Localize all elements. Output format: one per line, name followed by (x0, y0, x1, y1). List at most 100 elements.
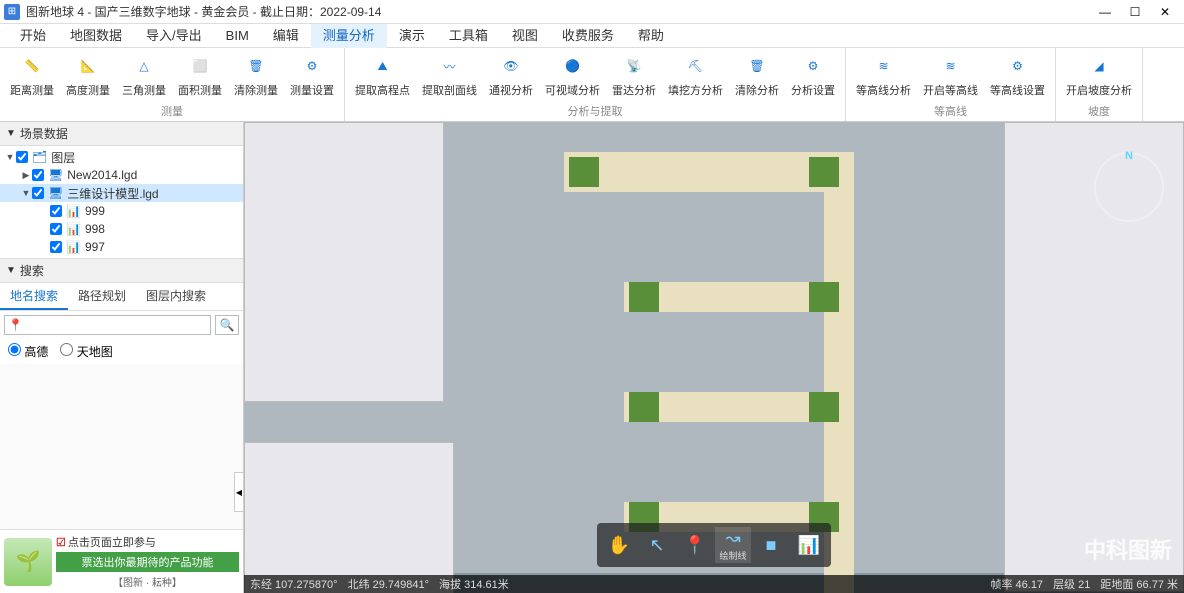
ribbon-item[interactable]: ⛏填挖方分析 (662, 50, 729, 101)
expand-icon[interactable]: ▶ (20, 170, 32, 181)
menu-5[interactable]: 测量分析 (311, 24, 387, 48)
maximize-button[interactable]: ☐ (1120, 2, 1150, 22)
ribbon-item[interactable]: ⚙分析设置 (785, 50, 841, 101)
ribbon-icon: 🔵 (557, 50, 589, 82)
menu-8[interactable]: 视图 (500, 24, 550, 48)
search-button[interactable]: 🔍 (215, 315, 239, 335)
ribbon-item[interactable]: 🔵可视域分析 (539, 50, 606, 101)
tree-row[interactable]: ▼🗂图层 (0, 148, 243, 166)
measure-tool[interactable]: 📊 (791, 527, 827, 563)
ribbon-toolbar: 📏距离测量📐高度测量△三角测量⬜面积测量🗑清除测量⚙测量设置测量⛰提取高程点〰提… (0, 48, 1184, 122)
menu-6[interactable]: 演示 (387, 24, 437, 48)
status-fps: 帧率 46.17 (990, 576, 1043, 592)
ribbon-item[interactable]: 〰提取剖面线 (416, 50, 483, 101)
search-tabs: 地名搜索路径规划图层内搜索 (0, 283, 243, 311)
ribbon-icon: ≋ (935, 50, 967, 82)
menu-10[interactable]: 帮助 (626, 24, 676, 48)
status-level: 层级 21 (1053, 576, 1090, 592)
app-logo-icon: ⊞ (4, 4, 20, 20)
ribbon-item[interactable]: ⚙测量设置 (284, 50, 340, 101)
draw-line-tool[interactable]: ↝绘制线 (715, 527, 751, 563)
menu-4[interactable]: 编辑 (261, 24, 311, 48)
layer-checkbox[interactable] (32, 187, 44, 199)
ribbon-group: ⛰提取高程点〰提取剖面线👁通视分析🔵可视域分析📡雷达分析⛏填挖方分析🗑清除分析⚙… (345, 48, 846, 121)
title-bar: ⊞ 图新地球 4 - 国产三维数字地球 - 黄金会员 - 截止日期：2022-0… (0, 0, 1184, 24)
ribbon-icon: ⚙ (797, 50, 829, 82)
layer-checkbox[interactable] (50, 223, 62, 235)
layer-checkbox[interactable] (16, 151, 28, 163)
ribbon-icon: ≋ (868, 50, 900, 82)
ribbon-icon: ⚙ (1002, 50, 1034, 82)
ribbon-icon: 🗑 (741, 50, 773, 82)
close-button[interactable]: ✕ (1150, 2, 1180, 22)
ribbon-item[interactable]: 🗑清除测量 (228, 50, 284, 101)
promo-banner[interactable]: 🌱 ☑点击页面立即参与 票选出你最期待的产品功能 【图新 · 耘种】 (0, 529, 243, 593)
side-panel: ▼场景数据 ▼🗂图层▶🖥New2014.lgd▼🖥三维设计模型.lgd📊999📊… (0, 122, 244, 593)
ribbon-icon: △ (128, 50, 160, 82)
tree-row[interactable]: 📊997 (0, 238, 243, 256)
ribbon-icon: 〰 (434, 50, 466, 82)
tree-row[interactable]: ▼🖥三维设计模型.lgd (0, 184, 243, 202)
3d-viewport[interactable]: ✋ ↖ 📍 ↝绘制线 ■ 📊 中科图新 东经 107.275870° 北纬 29… (244, 122, 1184, 593)
menu-9[interactable]: 收费服务 (550, 24, 626, 48)
ribbon-item[interactable]: 👁通视分析 (483, 50, 539, 101)
search-panel-header[interactable]: ▼搜索 (0, 259, 243, 283)
promo-image-icon: 🌱 (4, 538, 52, 586)
scene-panel-header[interactable]: ▼场景数据 (0, 122, 243, 146)
ribbon-icon: 📐 (72, 50, 104, 82)
ribbon-item[interactable]: ≋开启等高线 (917, 50, 984, 101)
ribbon-item[interactable]: ⬜面积测量 (172, 50, 228, 101)
ribbon-item[interactable]: 🗑清除分析 (729, 50, 785, 101)
layer-checkbox[interactable] (32, 169, 44, 181)
tree-row[interactable]: ▶🖥New2014.lgd (0, 166, 243, 184)
ribbon-item[interactable]: △三角测量 (116, 50, 172, 101)
compass-icon[interactable] (1094, 152, 1164, 222)
layer-checkbox[interactable] (50, 241, 62, 253)
tree-row[interactable]: 📊999 (0, 202, 243, 220)
search-tab[interactable]: 地名搜索 (0, 283, 68, 310)
select-tool[interactable]: ↖ (639, 527, 675, 563)
ribbon-icon: ⚙ (296, 50, 328, 82)
menu-1[interactable]: 地图数据 (58, 24, 134, 48)
ribbon-item[interactable]: 📏距离测量 (4, 50, 60, 101)
status-lon: 东经 107.275870° (250, 576, 338, 592)
ribbon-icon: 📏 (16, 50, 48, 82)
watermark: 中科图新 (1084, 533, 1172, 565)
ribbon-item[interactable]: ◢开启坡度分析 (1060, 50, 1138, 101)
pin-icon: 📍 (8, 318, 23, 332)
pan-tool[interactable]: ✋ (601, 527, 637, 563)
tree-row[interactable]: 📊998 (0, 220, 243, 238)
minimize-button[interactable]: — (1090, 2, 1120, 22)
ribbon-item[interactable]: ≋等高线分析 (850, 50, 917, 101)
ribbon-group: ≋等高线分析≋开启等高线⚙等高线设置等高线 (846, 48, 1056, 121)
ribbon-item[interactable]: 📡雷达分析 (606, 50, 662, 101)
ribbon-icon: ⛏ (680, 50, 712, 82)
menu-3[interactable]: BIM (214, 24, 261, 48)
expand-icon[interactable]: ▼ (20, 188, 32, 198)
collapse-handle[interactable]: ◀ (234, 472, 244, 512)
ribbon-item[interactable]: 📐高度测量 (60, 50, 116, 101)
provider-radios: 高德 天地图 (0, 339, 243, 364)
window-title: 图新地球 4 - 国产三维数字地球 - 黄金会员 - 截止日期：2022-09-… (26, 3, 1090, 20)
rectangle-tool[interactable]: ■ (753, 527, 789, 563)
menu-2[interactable]: 导入/导出 (134, 24, 214, 48)
marker-tool[interactable]: 📍 (677, 527, 713, 563)
provider-gaode-radio[interactable] (8, 343, 21, 356)
search-tab[interactable]: 路径规划 (68, 283, 136, 310)
menu-0[interactable]: 开始 (8, 24, 58, 48)
ribbon-group: ◢开启坡度分析坡度 (1056, 48, 1143, 121)
provider-tianditu-radio[interactable] (60, 343, 73, 356)
ribbon-item[interactable]: ⚙等高线设置 (984, 50, 1051, 101)
ribbon-icon: ◢ (1083, 50, 1115, 82)
search-input[interactable] (4, 315, 211, 335)
search-tab[interactable]: 图层内搜索 (136, 283, 216, 310)
ribbon-item[interactable]: ⛰提取高程点 (349, 50, 416, 101)
layer-tree: ▼🗂图层▶🖥New2014.lgd▼🖥三维设计模型.lgd📊999📊998📊99… (0, 146, 243, 259)
status-lat: 北纬 29.749841° (348, 576, 429, 592)
status-alt: 海拔 314.61米 (439, 576, 509, 592)
layer-checkbox[interactable] (50, 205, 62, 217)
ribbon-group: 📏距离测量📐高度测量△三角测量⬜面积测量🗑清除测量⚙测量设置测量 (0, 48, 345, 121)
ribbon-icon: ⛰ (367, 50, 399, 82)
expand-icon[interactable]: ▼ (4, 152, 16, 162)
menu-7[interactable]: 工具箱 (437, 24, 500, 48)
